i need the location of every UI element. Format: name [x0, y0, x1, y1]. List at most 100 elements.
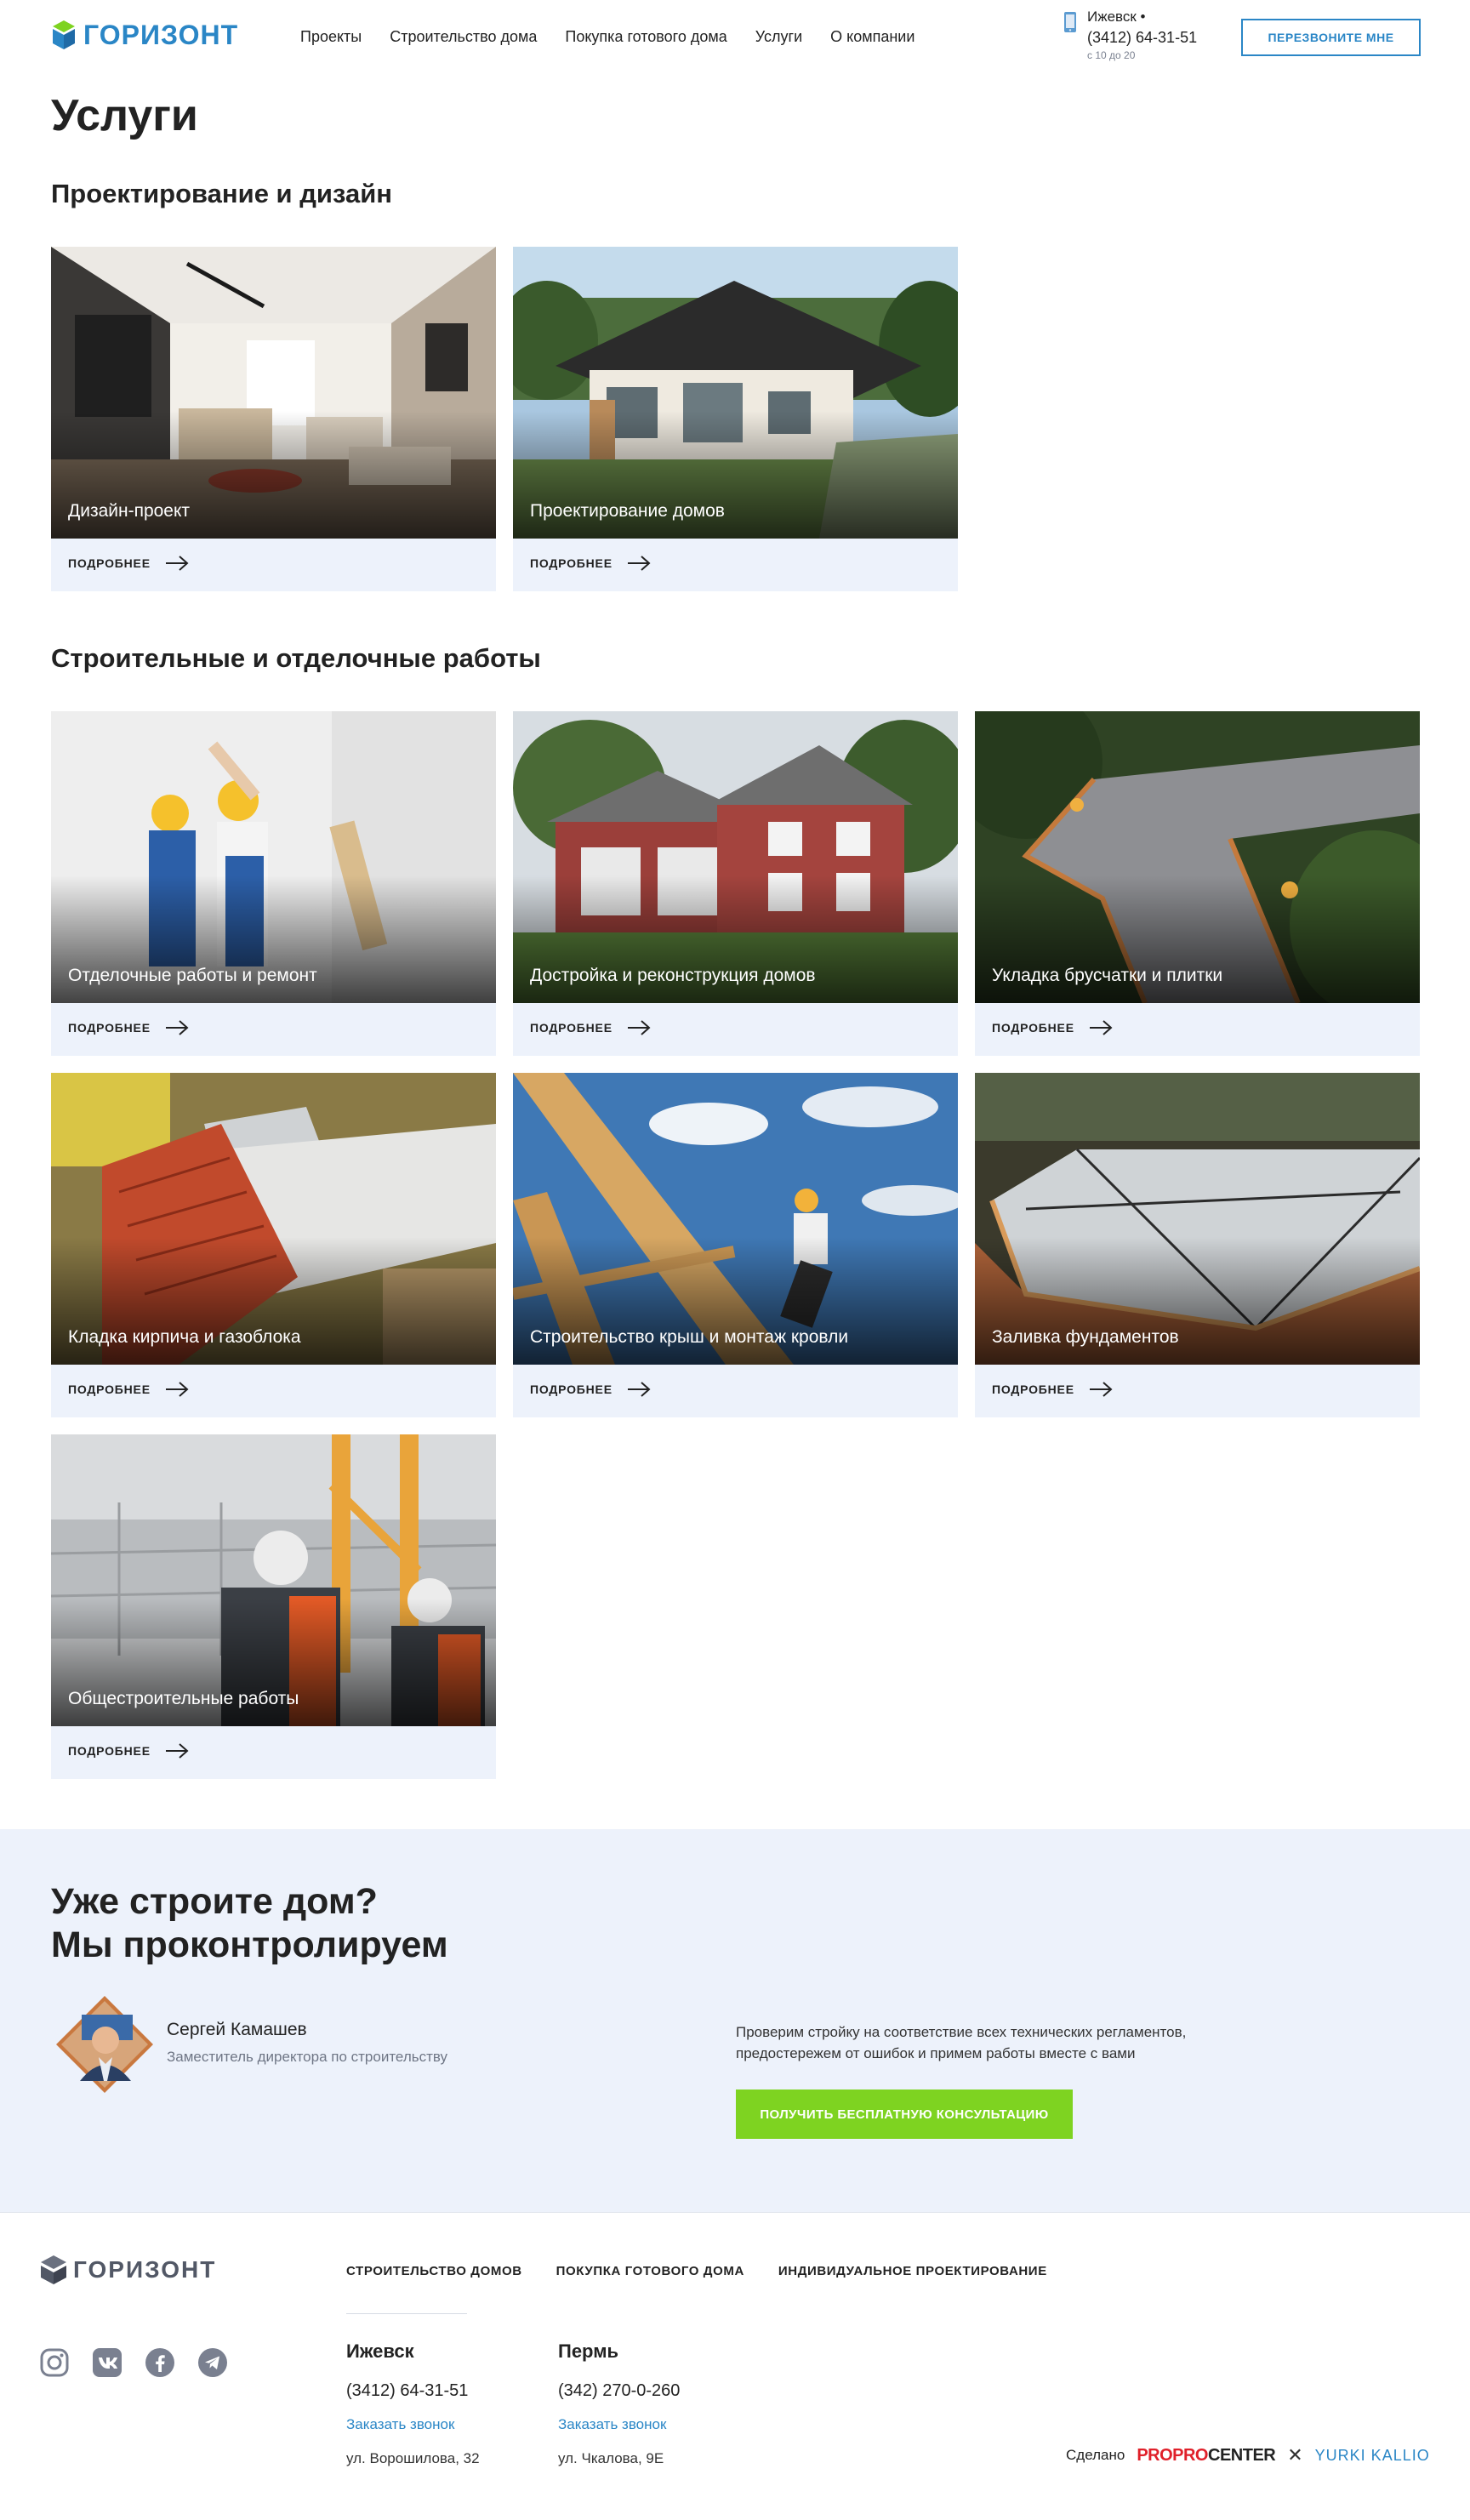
service-card-general[interactable]: Общестроительные работы ПОДРОБНЕЕ — [51, 1434, 496, 1779]
arrow-right-icon — [627, 1020, 651, 1035]
main-nav: Проекты Строительство дома Покупка готов… — [300, 28, 914, 46]
office-address: ул. Чкалова, 9Е — [558, 2450, 664, 2466]
footer-nav-construction[interactable]: СТРОИТЕЛЬСТВО ДОМОВ — [346, 2264, 522, 2278]
facebook-icon[interactable] — [145, 2347, 175, 2378]
service-card-design-project[interactable]: Дизайн-проект ПОДРОБНЕЕ — [51, 247, 496, 591]
card-title: Достройка и реконструкция домов — [530, 966, 816, 985]
free-consultation-button[interactable]: ПОЛУЧИТЬ БЕСПЛАТНУЮ КОНСУЛЬТАЦИЮ — [736, 2090, 1073, 2139]
made-by-label: Сделано — [1066, 2447, 1125, 2463]
expert-name: Сергей Камашев — [167, 2020, 307, 2039]
arrow-right-icon — [165, 1382, 189, 1397]
card-title: Кладка кирпича и газоблока — [68, 1327, 301, 1347]
arrow-right-icon — [627, 556, 651, 571]
card-image: Заливка фундаментов — [975, 1073, 1420, 1365]
card-image: Кладка кирпича и газоблока — [51, 1073, 496, 1365]
more-label: ПОДРОБНЕЕ — [68, 1383, 151, 1396]
logo-cube-icon — [41, 2255, 66, 2284]
card-title: Общестроительные работы — [68, 1689, 299, 1708]
card-title: Укладка брусчатки и плитки — [992, 966, 1223, 985]
card-image: Общестроительные работы — [51, 1434, 496, 1726]
service-card-house-design[interactable]: Проектирование домов ПОДРОБНЕЕ — [513, 247, 958, 591]
more-label: ПОДРОБНЕЕ — [530, 1021, 612, 1035]
service-card-masonry[interactable]: Кладка кирпича и газоблока ПОДРОБНЕЕ — [51, 1073, 496, 1417]
telegram-icon[interactable] — [197, 2347, 228, 2378]
card-title: Заливка фундаментов — [992, 1327, 1179, 1347]
more-link[interactable]: ПОДРОБНЕЕ — [992, 1018, 1114, 1037]
expert-role: Заместитель директора по строительству — [167, 2049, 448, 2065]
avatar — [56, 1996, 153, 2093]
more-link[interactable]: ПОДРОБНЕЕ — [992, 1380, 1114, 1399]
callback-button[interactable]: ПЕРЕЗВОНИТЕ МНЕ — [1241, 19, 1421, 56]
office-city: Ижевск — [346, 2340, 414, 2362]
propro-center-link[interactable]: PROPROCENTER — [1137, 2446, 1275, 2466]
office-perm: Пермь (342) 270-0-260 Заказать звонок ул… — [558, 2340, 680, 2467]
work-hours: с 10 до 20 — [1087, 49, 1136, 61]
card-title: Дизайн-проект — [68, 501, 191, 521]
header-phone[interactable]: (3412) 64-31-51 — [1087, 29, 1197, 47]
more-label: ПОДРОБНЕЕ — [68, 1744, 151, 1758]
more-link[interactable]: ПОДРОБНЕЕ — [68, 554, 190, 573]
office-city: Пермь — [558, 2340, 618, 2362]
office-phone[interactable]: (3412) 64-31-51 — [346, 2381, 480, 2401]
promo-text-line1: Проверим стройку на соответствие всех те… — [736, 2024, 1187, 2040]
yurki-kallio-link[interactable]: YURKI KALLIO — [1315, 2447, 1430, 2465]
arrow-right-icon — [1089, 1020, 1113, 1035]
service-card-finishing[interactable]: Отделочные работы и ремонт ПОДРОБНЕЕ — [51, 711, 496, 1056]
nav-house-construction[interactable]: Строительство дома — [390, 28, 537, 46]
city-selector[interactable]: Ижевск • — [1087, 9, 1197, 26]
card-title: Отделочные работы и ремонт — [68, 966, 317, 985]
site-footer: ГОРИЗОНТ СТРОИТЕЛЬСТВО ДОМОВ ПОКУПКА ГОТ… — [0, 2212, 1470, 2520]
office-address: ул. Ворошилова, 32 — [346, 2450, 480, 2466]
promo-title: Уже строите дом? Мы проконтролируем — [51, 1880, 448, 1967]
more-label: ПОДРОБНЕЕ — [530, 1383, 612, 1396]
more-label: ПОДРОБНЕЕ — [992, 1383, 1074, 1396]
arrow-right-icon — [1089, 1382, 1113, 1397]
nav-buy-ready-house[interactable]: Покупка готового дома — [565, 28, 726, 46]
office-phone[interactable]: (342) 270-0-260 — [558, 2381, 680, 2401]
order-call-link[interactable]: Заказать звонок — [558, 2416, 680, 2433]
card-image: Достройка и реконструкция домов — [513, 711, 958, 1003]
service-card-reconstruction[interactable]: Достройка и реконструкция домов ПОДРОБНЕ… — [513, 711, 958, 1056]
service-card-roofing[interactable]: Строительство крыш и монтаж кровли ПОДРО… — [513, 1073, 958, 1417]
page-title: Услуги — [51, 91, 198, 140]
section-title-design: Проектирование и дизайн — [51, 179, 392, 208]
more-link[interactable]: ПОДРОБНЕЕ — [530, 1018, 652, 1037]
propro-part: PROPRO — [1137, 2445, 1208, 2465]
nav-services[interactable]: Услуги — [755, 28, 802, 46]
footer-nav-individual-design[interactable]: ИНДИВИДУАЛЬНОЕ ПРОЕКТИРОВАНИЕ — [778, 2264, 1047, 2278]
card-image: Дизайн-проект — [51, 247, 496, 539]
logo-text: ГОРИЗОНТ — [83, 19, 239, 50]
footer-logo[interactable]: ГОРИЗОНТ — [39, 2254, 216, 2286]
office-izhevsk: Ижевск (3412) 64-31-51 Заказать звонок у… — [346, 2340, 480, 2467]
nav-projects[interactable]: Проекты — [300, 28, 362, 46]
consultation-banner: Уже строите дом? Мы проконтролируем Серг… — [0, 1829, 1470, 2212]
nav-about[interactable]: О компании — [830, 28, 914, 46]
more-link[interactable]: ПОДРОБНЕЕ — [68, 1742, 190, 1760]
more-link[interactable]: ПОДРОБНЕЕ — [530, 554, 652, 573]
footer-nav-buy-house[interactable]: ПОКУПКА ГОТОВОГО ДОМА — [556, 2264, 744, 2278]
service-card-paving[interactable]: Укладка брусчатки и плитки ПОДРОБНЕЕ — [975, 711, 1420, 1056]
more-link[interactable]: ПОДРОБНЕЕ — [68, 1018, 190, 1037]
section-title-construction: Строительные и отделочные работы — [51, 643, 541, 673]
center-part: CENTER — [1208, 2445, 1276, 2465]
phone-icon — [1064, 12, 1076, 32]
arrow-right-icon — [165, 1743, 189, 1759]
site-header: ГОРИЗОНТ Проекты Строительство дома Поку… — [0, 0, 1470, 75]
more-label: ПОДРОБНЕЕ — [68, 1021, 151, 1035]
more-label: ПОДРОБНЕЕ — [68, 556, 151, 570]
footer-nav: СТРОИТЕЛЬСТВО ДОМОВ ПОКУПКА ГОТОВОГО ДОМ… — [346, 2264, 1047, 2278]
logo-cube-icon — [53, 20, 75, 49]
instagram-icon[interactable] — [39, 2347, 70, 2378]
made-by: Сделано PROPROCENTER ✕ YURKI KALLIO — [1066, 2444, 1430, 2466]
order-call-link[interactable]: Заказать звонок — [346, 2416, 480, 2433]
footer-divider — [346, 2313, 467, 2314]
logo[interactable]: ГОРИЗОНТ — [51, 19, 238, 51]
arrow-right-icon — [165, 1020, 189, 1035]
vk-icon[interactable] — [92, 2347, 122, 2378]
arrow-right-icon — [165, 556, 189, 571]
card-image: Строительство крыш и монтаж кровли — [513, 1073, 958, 1365]
service-card-foundation[interactable]: Заливка фундаментов ПОДРОБНЕЕ — [975, 1073, 1420, 1417]
promo-title-line1: Уже строите дом? — [51, 1881, 378, 1922]
more-link[interactable]: ПОДРОБНЕЕ — [530, 1380, 652, 1399]
more-link[interactable]: ПОДРОБНЕЕ — [68, 1380, 190, 1399]
